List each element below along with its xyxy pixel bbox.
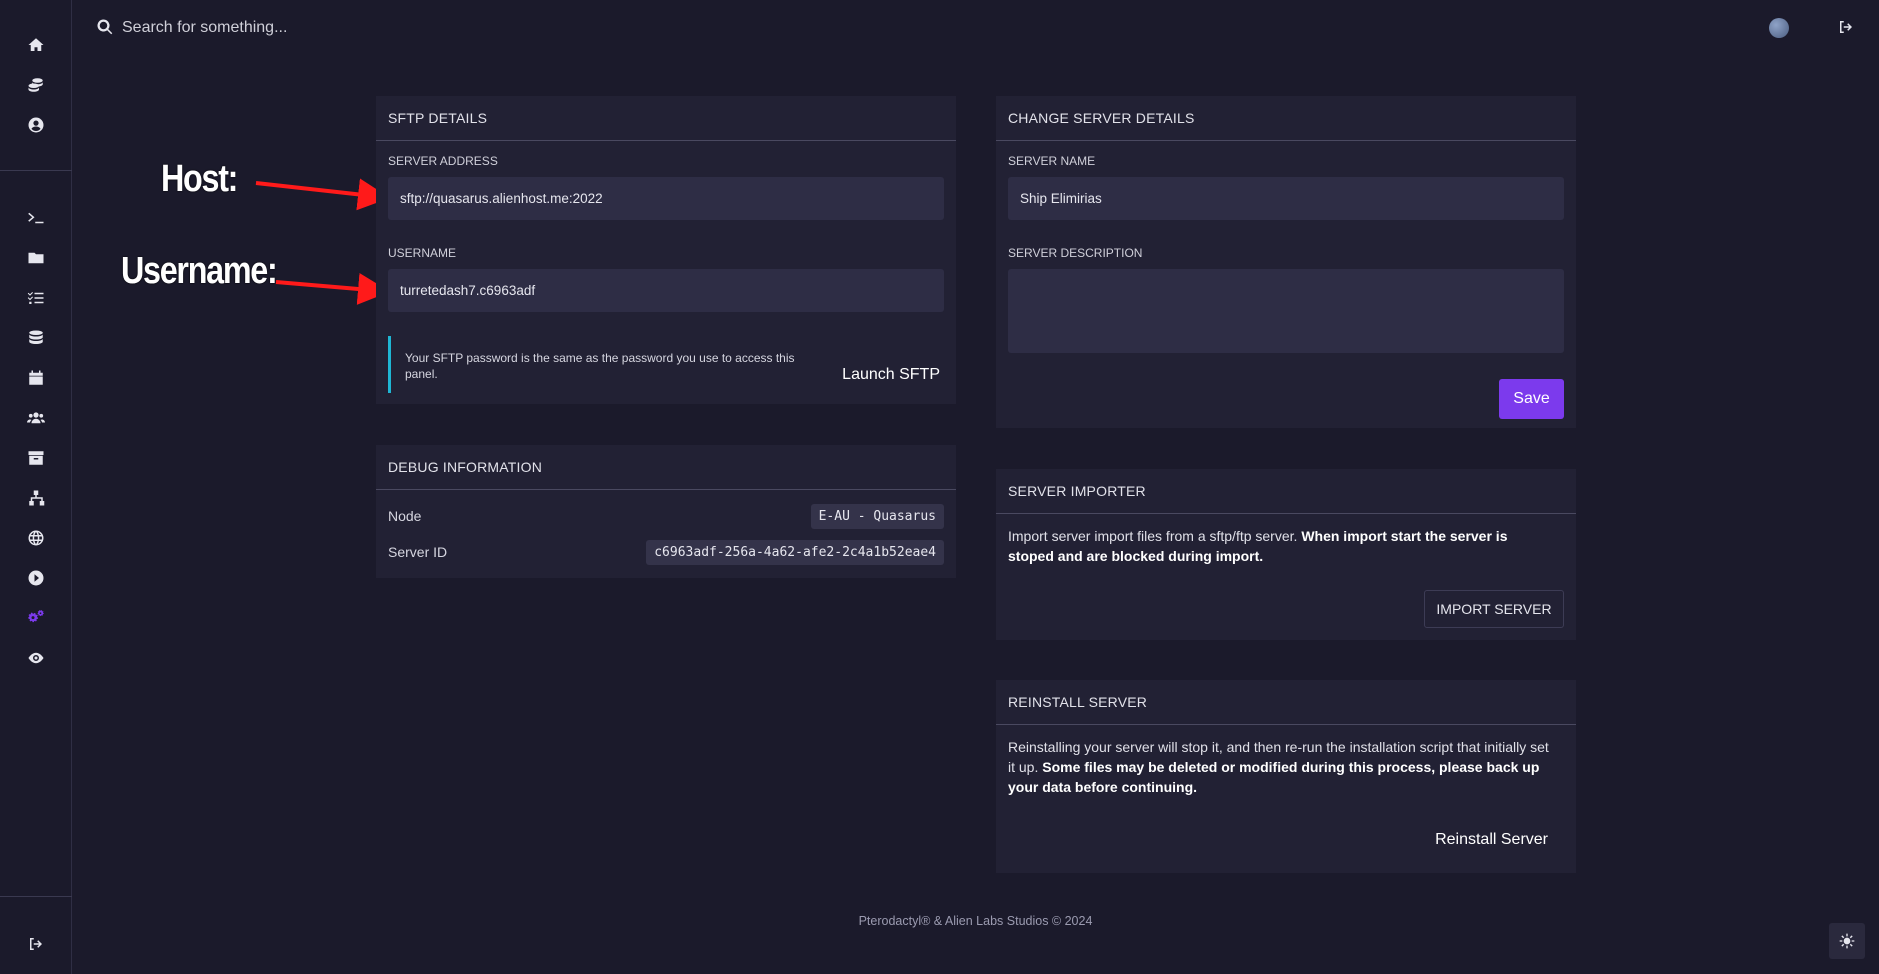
- server-name-field[interactable]: [1008, 177, 1564, 220]
- theme-toggle-button[interactable]: [1829, 923, 1865, 959]
- username-field[interactable]: [388, 269, 944, 312]
- search-icon: [96, 18, 114, 36]
- debug-information-title: DEBUG INFORMATION: [376, 445, 956, 490]
- sidebar-divider-bottom: [0, 896, 72, 897]
- sun-icon: [1839, 933, 1855, 949]
- importer-text-plain: Import server import files from a sftp/f…: [1008, 528, 1302, 544]
- annotation-username: Username:: [121, 250, 278, 292]
- calendar-icon[interactable]: [24, 366, 48, 390]
- play-icon[interactable]: [24, 566, 48, 590]
- tasks-icon[interactable]: [24, 286, 48, 310]
- arrow-host: [255, 178, 390, 211]
- eye-icon[interactable]: [24, 646, 48, 670]
- sftp-password-info: Your SFTP password is the same as the pa…: [388, 336, 948, 393]
- network-icon[interactable]: [24, 486, 48, 510]
- archive-icon[interactable]: [24, 446, 48, 470]
- server-description-label: SERVER DESCRIPTION: [1008, 246, 1143, 260]
- coins-icon[interactable]: [24, 73, 48, 97]
- change-server-details-card: CHANGE SERVER DETAILS SERVER NAME SERVER…: [996, 96, 1576, 428]
- server-description-field[interactable]: [1008, 269, 1564, 353]
- debug-row-node: Node E-AU - Quasarus: [388, 502, 944, 530]
- import-server-button[interactable]: IMPORT SERVER: [1424, 590, 1564, 628]
- search-input[interactable]: [122, 14, 522, 42]
- sidebar: [0, 0, 72, 974]
- user-circle-icon[interactable]: [24, 113, 48, 137]
- sftp-details-card: SFTP DETAILS SERVER ADDRESS USERNAME You…: [376, 96, 956, 404]
- top-bar: [72, 0, 1879, 56]
- server-address-label: SERVER ADDRESS: [388, 154, 498, 168]
- debug-row-server-id: Server ID c6963adf-256a-4a62-afe2-2c4a1b…: [388, 538, 944, 566]
- logout-icon[interactable]: [24, 932, 48, 956]
- node-value: E-AU - Quasarus: [810, 503, 944, 529]
- server-id-label: Server ID: [388, 544, 448, 560]
- home-icon[interactable]: [24, 33, 48, 57]
- username-label: USERNAME: [388, 246, 457, 260]
- debug-information-card: DEBUG INFORMATION Node E-AU - Quasarus S…: [376, 445, 956, 578]
- server-name-label: SERVER NAME: [1008, 154, 1096, 168]
- footer-copyright: Pterodactyl® & Alien Labs Studios © 2024: [858, 914, 1093, 928]
- reinstall-server-title: REINSTALL SERVER: [996, 680, 1576, 725]
- folder-icon[interactable]: [24, 246, 48, 270]
- globe-icon[interactable]: [24, 526, 48, 550]
- reinstall-server-card: REINSTALL SERVER Reinstalling your serve…: [996, 680, 1576, 873]
- avatar[interactable]: [1769, 18, 1789, 38]
- database-icon[interactable]: [24, 326, 48, 350]
- sftp-details-title: SFTP DETAILS: [376, 96, 956, 141]
- annotation-host: Host:: [161, 158, 238, 200]
- terminal-icon[interactable]: [24, 206, 48, 230]
- server-importer-title: SERVER IMPORTER: [996, 469, 1576, 514]
- sidebar-divider: [0, 170, 72, 171]
- reinstall-server-button[interactable]: Reinstall Server: [1435, 831, 1548, 849]
- users-icon[interactable]: [24, 406, 48, 430]
- server-address-field[interactable]: [388, 177, 944, 220]
- logout-icon[interactable]: [1837, 18, 1857, 38]
- server-importer-description: Import server import files from a sftp/f…: [1008, 526, 1556, 566]
- server-importer-card: SERVER IMPORTER Import server import fil…: [996, 469, 1576, 640]
- server-id-value: c6963adf-256a-4a62-afe2-2c4a1b52eae4: [646, 539, 944, 565]
- change-server-details-title: CHANGE SERVER DETAILS: [996, 96, 1576, 141]
- reinstall-text-bold: Some files may be deleted or modified du…: [1008, 759, 1540, 795]
- launch-sftp-button[interactable]: Launch SFTP: [842, 366, 940, 384]
- settings-gears-icon[interactable]: [24, 606, 48, 630]
- save-button[interactable]: Save: [1499, 379, 1564, 419]
- node-label: Node: [388, 508, 422, 524]
- reinstall-server-description: Reinstalling your server will stop it, a…: [1008, 737, 1556, 797]
- arrow-username: [275, 273, 390, 305]
- sftp-password-info-text: Your SFTP password is the same as the pa…: [405, 351, 795, 381]
